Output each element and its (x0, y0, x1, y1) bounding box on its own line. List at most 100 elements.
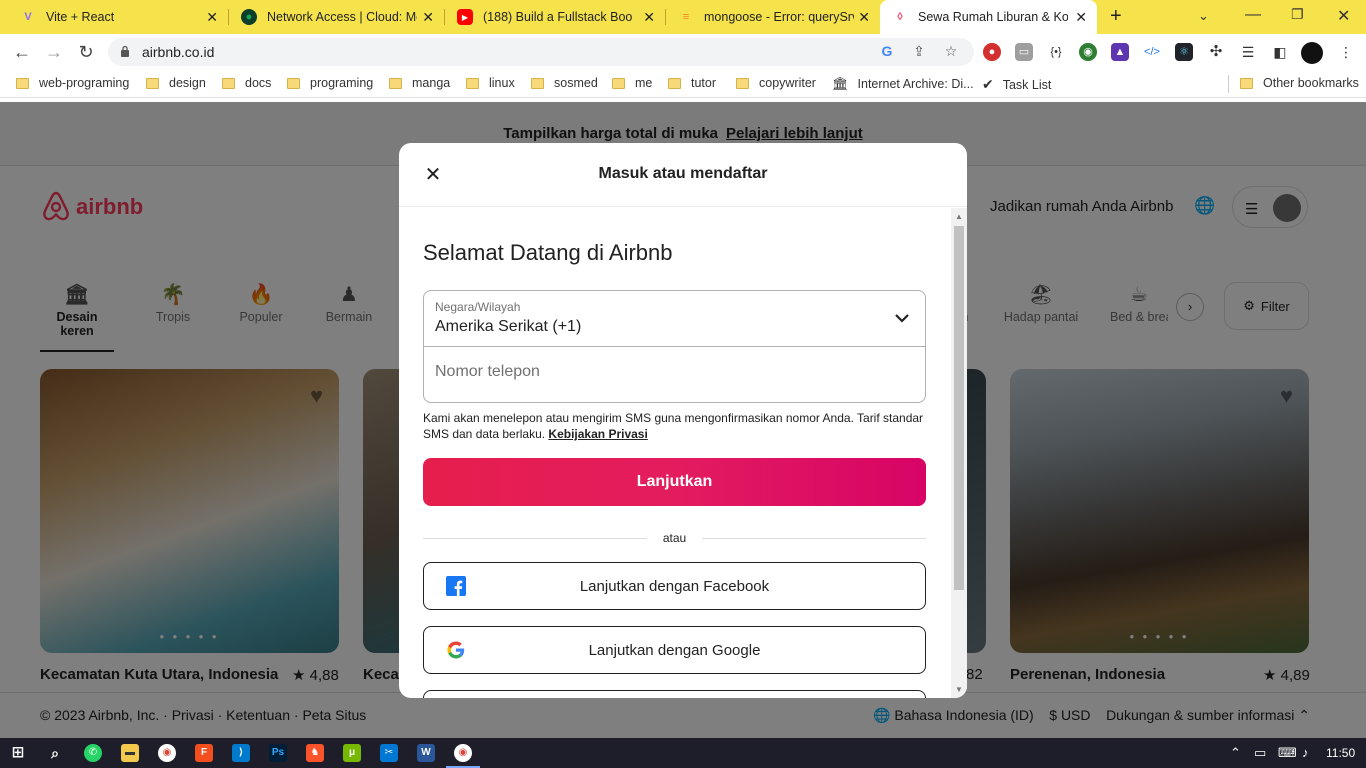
side-panel-icon[interactable]: ◧ (1271, 43, 1289, 61)
browser-tab[interactable]: ● Network Access | Cloud: Mon ✕ (229, 0, 444, 34)
modal-header: ✕ Masuk atau mendaftar (399, 143, 967, 207)
bookmark-link[interactable]: 🏛 Internet Archive: Di... (832, 76, 974, 92)
address-bar-row: ← → ↻ airbnb.co.id G ⇪ ☆ ● ▭ {•} ◉ ▲ 13 … (0, 34, 1366, 97)
bookmark-folder[interactable]: sosmed (531, 76, 598, 90)
close-tab-icon[interactable]: ✕ (858, 9, 870, 26)
word-icon[interactable]: W (417, 744, 435, 762)
country-select[interactable]: Negara/Wilayah Amerika Serikat (+1) (423, 290, 926, 347)
checkmark-icon: ✔ (982, 76, 994, 92)
whatsapp-icon[interactable]: ✆ (84, 744, 102, 762)
bookmark-folder[interactable]: web-programing (16, 76, 129, 90)
privacy-policy-link[interactable]: Kebijakan Privasi (548, 427, 647, 441)
network-icon[interactable]: ⌨ (1278, 745, 1297, 761)
figma-icon[interactable]: F (195, 744, 213, 762)
folder-icon (668, 77, 681, 89)
chrome-active-icon[interactable]: ◉ (454, 744, 472, 762)
browser-tab[interactable]: V Vite + React ✕ (8, 0, 228, 34)
scroll-up-icon[interactable]: ▲ (955, 212, 963, 221)
restore-icon[interactable]: ❐ (1291, 6, 1304, 23)
vite-icon: V (24, 11, 32, 23)
modal-scrollbar[interactable]: ▲ ▼ (951, 208, 967, 698)
search-icon[interactable]: ⌕ (46, 744, 64, 762)
country-label: Negara/Wilayah (435, 300, 521, 314)
extension-code-icon[interactable]: </> (1143, 43, 1161, 61)
bookmark-folder[interactable]: me (612, 76, 652, 90)
bookmark-folder[interactable]: programing (287, 76, 373, 90)
utorrent-icon[interactable]: μ (343, 744, 361, 762)
file-explorer-icon[interactable]: ▬ (121, 744, 139, 762)
chrome-icon[interactable]: ◉ (158, 744, 176, 762)
google-login-button[interactable]: Lanjutkan dengan Google (423, 626, 926, 674)
profile-avatar[interactable] (1301, 42, 1323, 64)
extension-react-icon[interactable]: ⚛ (1175, 43, 1193, 61)
reload-icon[interactable]: ↻ (74, 40, 98, 64)
back-arrow-icon[interactable]: ← (10, 40, 34, 64)
divider-line (423, 538, 647, 539)
bookmark-folder[interactable]: copywriter (736, 76, 816, 90)
divider-text: atau (662, 531, 687, 545)
extension-graduation-icon[interactable]: ▲ (1111, 43, 1129, 61)
battery-icon[interactable]: ▭ (1254, 745, 1266, 761)
window-close-icon[interactable]: ✕ (1337, 6, 1350, 26)
windows-taskbar: ⊞ ⌕ ✆ ▬ ◉ F ⟩ Ps ♞ μ ✂ W ◉ ⌃ ▭ ⌨ ♪ 11:50 (0, 738, 1366, 768)
bookmark-folder[interactable]: manga (389, 76, 450, 90)
bookmark-star-icon[interactable]: ☆ (942, 43, 960, 61)
vscode-icon[interactable]: ⟩ (232, 744, 250, 762)
volume-icon[interactable]: ♪ (1302, 745, 1309, 760)
lock-icon (121, 45, 129, 57)
bookmark-folder[interactable]: tutor (668, 76, 716, 90)
windows-start-icon[interactable]: ⊞ (9, 744, 27, 762)
scroll-down-icon[interactable]: ▼ (955, 685, 963, 694)
bookmark-folder[interactable]: design (146, 76, 206, 90)
browser-menu-icon[interactable]: ⋮ (1337, 43, 1355, 61)
close-tab-icon[interactable]: ✕ (206, 9, 218, 26)
airbnb-page: Tampilkan harga total di muka Pelajari l… (0, 102, 1366, 738)
more-login-button[interactable] (423, 690, 926, 698)
tab-search-icon[interactable]: ⌄ (1198, 8, 1209, 24)
omnibox[interactable]: airbnb.co.id G ⇪ ☆ (108, 38, 974, 66)
close-tab-icon[interactable]: ✕ (1075, 9, 1087, 26)
folder-icon (736, 77, 749, 89)
extension-shield-icon[interactable]: ● (983, 43, 1001, 61)
google-lens-icon[interactable]: G (878, 43, 896, 61)
folder-icon (287, 77, 300, 89)
folder-icon (612, 77, 625, 89)
extension-screenshot-icon[interactable]: ▭ (1015, 43, 1033, 61)
phone-input[interactable] (435, 363, 905, 381)
phone-field[interactable] (423, 346, 926, 403)
bookmark-link[interactable]: ✔ Task List (982, 76, 1051, 93)
new-tab-button[interactable]: + (1110, 5, 1122, 28)
browser-tab-active[interactable]: ◊ Sewa Rumah Liburan & Kond ✕ (880, 0, 1097, 34)
login-modal: ✕ Masuk atau mendaftar Selamat Datang di… (399, 143, 967, 698)
close-tab-icon[interactable]: ✕ (422, 9, 434, 26)
folder-icon (222, 77, 235, 89)
reading-list-icon[interactable]: ☰ (1239, 43, 1257, 61)
forward-arrow-icon[interactable]: → (42, 40, 66, 64)
sms-note: Kami akan menelepon atau mengirim SMS gu… (423, 411, 924, 441)
extension-globe-icon[interactable]: ◉ (1079, 43, 1097, 61)
taskbar-clock[interactable]: 11:50 (1326, 746, 1355, 760)
folder-icon (146, 77, 159, 89)
chevron-down-icon (895, 314, 909, 323)
share-icon[interactable]: ⇪ (910, 43, 928, 61)
chevron-up-icon[interactable]: ⌃ (1230, 745, 1241, 761)
youtube-icon: ▶ (457, 9, 473, 25)
browser-tab[interactable]: ≡ mongoose - Error: querySrv E ✕ (666, 0, 880, 34)
bookmark-folder[interactable]: docs (222, 76, 271, 90)
other-bookmarks[interactable]: Other bookmarks (1240, 76, 1359, 90)
folder-icon (466, 77, 479, 89)
facebook-login-button[interactable]: Lanjutkan dengan Facebook (423, 562, 926, 610)
brave-icon[interactable]: ♞ (306, 744, 324, 762)
continue-button[interactable]: Lanjutkan (423, 458, 926, 506)
mongodb-icon: ● (241, 9, 257, 25)
close-tab-icon[interactable]: ✕ (643, 9, 655, 26)
welcome-heading: Selamat Datang di Airbnb (423, 240, 673, 265)
extensions-puzzle-icon[interactable]: ✣ (1207, 43, 1225, 61)
photoshop-icon[interactable]: Ps (269, 744, 287, 762)
snipping-tool-icon[interactable]: ✂ (380, 744, 398, 762)
browser-tab[interactable]: ▶ (188) Build a Fullstack Bookin ✕ (445, 0, 665, 34)
scroll-thumb[interactable] (954, 226, 964, 590)
bookmark-folder[interactable]: linux (466, 76, 515, 90)
minimize-icon[interactable]: — (1245, 6, 1261, 24)
extension-json-icon[interactable]: {•} (1047, 43, 1065, 61)
